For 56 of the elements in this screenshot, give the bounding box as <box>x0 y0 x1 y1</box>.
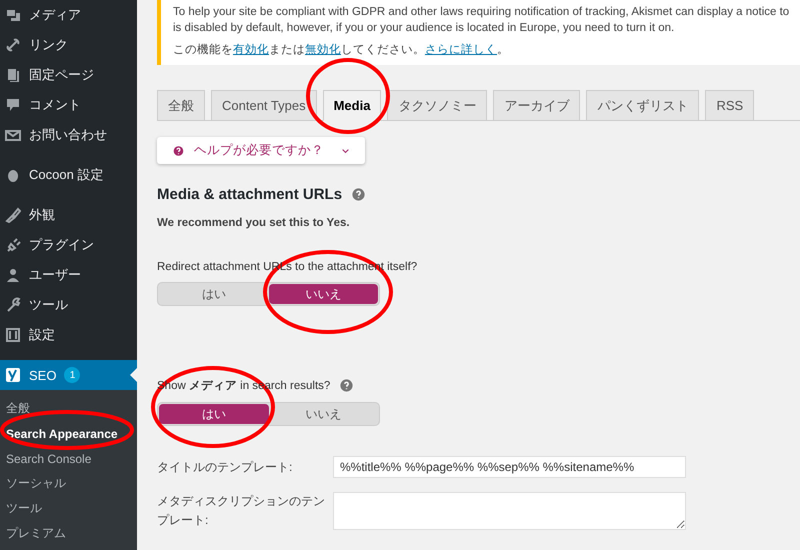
toggle-option[interactable]: いいえ <box>268 284 378 304</box>
notice-link[interactable]: 無効化 <box>305 44 341 56</box>
notice-text: is disabled by default, however, if you or your audience is located in Europe, you need to turn it on. <box>173 21 676 36</box>
help-button[interactable]: ヘルプが必要ですか？ <box>157 137 365 164</box>
menu-item[interactable]: 外観 <box>0 200 137 230</box>
plug-icon <box>5 237 21 253</box>
help-icon[interactable] <box>340 379 354 392</box>
notification-badge: 1 <box>64 367 80 383</box>
question-icon <box>173 144 184 158</box>
recommendation-text: We recommend you set this to Yes. <box>157 217 350 229</box>
submenu-item[interactable]: 全般 <box>0 396 137 421</box>
user-icon <box>5 267 21 283</box>
menu-item[interactable]: お問い合わせ <box>0 120 137 150</box>
wrench-icon <box>5 297 21 313</box>
help-icon[interactable] <box>352 188 366 201</box>
sliders-icon <box>5 327 21 343</box>
field-label: タイトルのテンプレート: <box>157 458 294 476</box>
menu-item[interactable]: コメント <box>0 90 137 120</box>
notice-text: この機能を有効化 または無効化 してください。さらに詳しく。 <box>173 42 510 57</box>
menu-item[interactable]: ユーザー <box>0 260 137 290</box>
toggle-option[interactable]: いいえ <box>268 404 378 424</box>
tab[interactable]: Media <box>322 90 382 121</box>
submenu-item[interactable]: ソーシャル <box>0 471 137 496</box>
media-icon <box>5 7 21 23</box>
tab[interactable]: 全般 <box>157 90 205 121</box>
menu-item[interactable]: Cocoon 設定 <box>0 160 137 190</box>
submenu-item[interactable]: Search Console <box>0 446 137 471</box>
menu-item[interactable]: リンク <box>0 30 137 60</box>
text-field[interactable]: %%title%% %%page%% %%sep%% %%sitename%% <box>333 456 686 478</box>
tab[interactable]: アーカイブ <box>493 90 580 121</box>
y-logo-icon <box>5 367 21 383</box>
comment-icon <box>5 97 21 113</box>
submenu-item[interactable]: プレミアム <box>0 521 137 546</box>
toggle-option[interactable]: はい <box>159 404 268 424</box>
mail-icon <box>5 127 21 143</box>
section-heading: Media & attachment URLs <box>157 186 342 203</box>
menu-item[interactable]: 設定 <box>0 320 137 350</box>
chevron-down-icon <box>342 148 349 154</box>
tab[interactable]: タクソノミー <box>387 90 488 121</box>
field-label: メタディスクリプションのテンプレート: <box>157 493 325 529</box>
brush-icon <box>5 207 21 223</box>
notice-link[interactable]: さらに詳しく <box>425 44 497 56</box>
seo-menu-item[interactable]: SEO 1 <box>0 360 137 390</box>
page-icon <box>5 67 21 83</box>
tab[interactable]: パンくずリスト <box>586 90 700 121</box>
toggle-option[interactable]: はい <box>159 284 268 304</box>
menu-item[interactable]: プラグイン <box>0 230 137 260</box>
notice-text: To help your site be compliant with GDPR and other laws requiring notification of tracking, Akismet can display a notice to <box>173 5 790 20</box>
menu-item[interactable]: メディア <box>0 0 137 30</box>
circle-icon <box>5 167 21 183</box>
tab[interactable]: Content Types <box>211 90 317 121</box>
submenu-item[interactable]: ツール <box>0 496 137 521</box>
tab[interactable]: RSS <box>705 90 754 121</box>
notice-link[interactable]: 有効化 <box>233 44 269 56</box>
menu-item[interactable]: ツール <box>0 290 137 320</box>
menu-item[interactable]: 固定ページ <box>0 60 137 90</box>
